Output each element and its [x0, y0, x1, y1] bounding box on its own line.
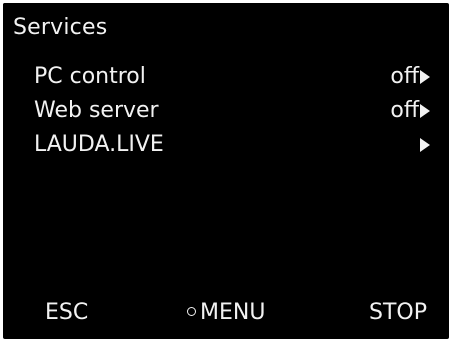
menu-softkey-label: MENU: [200, 300, 266, 325]
menu-item-label: Web server: [34, 98, 159, 123]
menu-item-lauda-live[interactable]: LAUDA.LIVE: [3, 128, 449, 162]
menu-item-label: LAUDA.LIVE: [34, 132, 164, 157]
device-screen: Services PC control off Web server off L…: [3, 3, 449, 339]
arrow-right-icon: [419, 69, 431, 85]
arrow-right-icon: [419, 103, 431, 119]
stop-softkey[interactable]: STOP: [369, 299, 427, 327]
menu-item-pc-control[interactable]: PC control off: [3, 60, 449, 94]
menu-item-web-server[interactable]: Web server off: [3, 94, 449, 128]
esc-softkey[interactable]: ESC: [45, 299, 88, 327]
arrow-right-icon: [419, 137, 431, 153]
menu-item-value: off: [390, 98, 419, 123]
softkey-bar: ESC MENU STOP: [3, 291, 449, 339]
circle-icon: [187, 306, 196, 316]
menu-softkey[interactable]: MENU: [187, 299, 265, 327]
screen-header: Services: [3, 3, 363, 51]
menu-item-value: off: [390, 64, 419, 89]
screen-title: Services: [13, 15, 108, 40]
menu-item-label: PC control: [34, 64, 146, 89]
